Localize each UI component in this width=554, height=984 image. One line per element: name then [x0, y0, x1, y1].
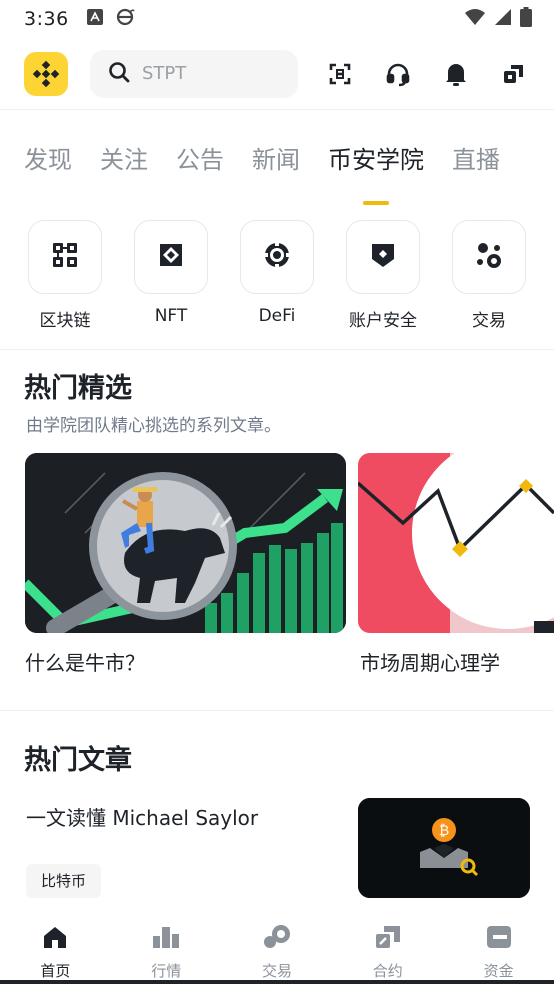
article-title[interactable]: 一文读懂 Michael Saylor — [26, 802, 258, 831]
category-security-label: 账户安全 — [349, 311, 417, 331]
defi-icon — [263, 241, 291, 273]
tab-following[interactable]: 关注 — [100, 140, 148, 175]
articles-section-title: 热门文章 — [24, 745, 132, 776]
blockchain-icon — [52, 242, 78, 272]
search-icon — [108, 61, 130, 87]
tab-academy-label: 币安学院 — [328, 146, 424, 174]
category-nft-label: NFT — [154, 306, 188, 326]
scan-icon[interactable] — [326, 60, 354, 88]
category-security-tile[interactable] — [346, 220, 420, 294]
status-bar: 3:36 — [0, 0, 554, 38]
category-row: 区块链 NFT DeFi 账户安全 交易 — [28, 220, 554, 331]
nav-wallet-label: 资金 — [483, 962, 514, 980]
app-header: STPT — [0, 38, 554, 110]
nav-home-label: 首页 — [40, 962, 71, 980]
tab-news[interactable]: 新闻 — [252, 140, 300, 175]
gift-box-icon[interactable] — [500, 60, 528, 88]
article-tag[interactable]: 比特币 — [26, 864, 102, 898]
article-thumbnail[interactable]: ₿ — [358, 798, 530, 898]
bottom-navigation: 首页 行情 交易 合约 资金 — [0, 910, 554, 984]
category-trade-tile[interactable] — [452, 220, 526, 294]
browser-icon — [115, 7, 135, 31]
search-input[interactable]: STPT — [142, 63, 186, 84]
featured-card-1-caption[interactable]: 什么是牛市？ — [25, 647, 145, 676]
category-defi-label: DeFi — [258, 306, 296, 326]
support-headset-icon[interactable] — [384, 60, 412, 88]
system-home-indicator — [0, 980, 554, 984]
binance-logo[interactable] — [24, 51, 68, 96]
featured-card-bull-market-image[interactable] — [25, 453, 346, 633]
category-blockchain-label: 区块链 — [39, 311, 91, 331]
trade-icon — [263, 924, 291, 954]
category-defi-tile[interactable] — [240, 220, 314, 294]
futures-icon — [374, 924, 402, 954]
search-box[interactable]: STPT — [90, 49, 298, 98]
category-nft[interactable]: NFT — [134, 220, 208, 331]
category-blockchain-tile[interactable] — [28, 220, 102, 294]
active-tab-indicator — [363, 201, 389, 205]
section-divider — [0, 710, 554, 711]
category-blockchain[interactable]: 区块链 — [28, 220, 102, 331]
status-time: 3:36 — [24, 8, 69, 30]
featured-section-subtitle: 由学院团队精心挑选的系列文章。 — [26, 416, 281, 436]
text-notification-icon — [86, 9, 103, 29]
signal-icon — [494, 8, 512, 30]
section-divider — [0, 349, 554, 350]
trade-icon — [474, 240, 504, 274]
nav-markets[interactable]: 行情 — [111, 910, 222, 984]
home-icon — [42, 924, 68, 954]
markets-icon — [151, 924, 181, 954]
nav-trade[interactable]: 交易 — [222, 910, 333, 984]
category-trade-label: 交易 — [472, 311, 506, 331]
content-tabs: 发现 关注 公告 新闻 币安学院 直播 — [24, 140, 528, 205]
tab-announcements[interactable]: 公告 — [176, 140, 224, 175]
security-shield-icon — [369, 241, 397, 273]
battery-icon — [520, 7, 532, 31]
nav-home[interactable]: 首页 — [0, 910, 111, 984]
nav-futures[interactable]: 合约 — [332, 910, 443, 984]
nft-icon — [157, 241, 185, 273]
svg-text:₿: ₿ — [439, 823, 449, 839]
tab-academy[interactable]: 币安学院 — [328, 140, 424, 205]
nav-trade-label: 交易 — [261, 962, 292, 980]
category-defi[interactable]: DeFi — [240, 220, 314, 331]
featured-card-market-psychology-image[interactable] — [358, 453, 554, 633]
nav-futures-label: 合约 — [372, 962, 403, 980]
category-trade[interactable]: 交易 — [452, 220, 526, 331]
tab-live[interactable]: 直播 — [452, 140, 500, 175]
category-nft-tile[interactable] — [134, 220, 208, 294]
wifi-icon — [464, 8, 486, 30]
bell-icon[interactable] — [442, 60, 470, 88]
featured-section-title: 热门精选 — [24, 373, 132, 404]
category-security[interactable]: 账户安全 — [346, 220, 420, 331]
nav-wallet[interactable]: 资金 — [443, 910, 554, 984]
tab-discover[interactable]: 发现 — [24, 140, 72, 175]
featured-card-2-caption[interactable]: 市场周期心理学 — [360, 647, 500, 676]
nav-markets-label: 行情 — [151, 962, 182, 980]
wallet-icon — [485, 924, 513, 954]
